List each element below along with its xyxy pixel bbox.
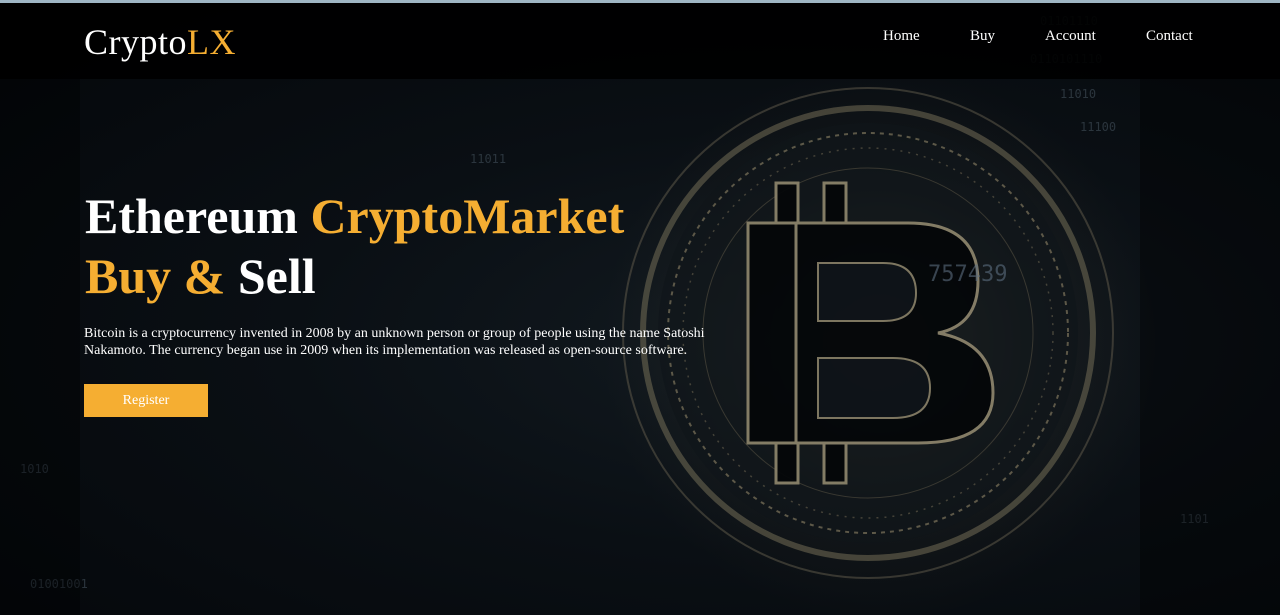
hero-description: Bitcoin is a cryptocurrency invented in … bbox=[84, 326, 705, 358]
nav-account-link[interactable]: Account bbox=[1045, 28, 1096, 45]
svg-text:757439: 757439 bbox=[928, 262, 1007, 287]
hero-title-buy: Buy & bbox=[85, 248, 238, 304]
hero-title-sell: Sell bbox=[237, 248, 316, 304]
nav-buy-link[interactable]: Buy bbox=[970, 28, 995, 45]
register-button[interactable]: Register bbox=[84, 384, 208, 417]
nav-menu: Home Buy Account Contact bbox=[0, 28, 1280, 52]
hero-title-ethereum: Ethereum bbox=[85, 188, 311, 244]
nav-home-link[interactable]: Home bbox=[883, 28, 920, 45]
svg-text:11010: 11010 bbox=[1060, 87, 1096, 101]
svg-text:11011: 11011 bbox=[470, 152, 506, 166]
svg-text:11100: 11100 bbox=[1080, 120, 1116, 134]
hero-background-image: 01101110 0110101110 11010 11100 11011 10… bbox=[0, 14, 1280, 615]
navbar: CryptoLX Home Buy Account Contact bbox=[0, 3, 1280, 79]
page: 01101110 0110101110 11010 11100 11011 10… bbox=[0, 0, 1280, 615]
hero-title-cryptomarket: CryptoMarket bbox=[310, 188, 625, 244]
hero-title: Ethereum CryptoMarket Buy & Sell bbox=[85, 186, 624, 306]
nav-contact-link[interactable]: Contact bbox=[1146, 28, 1193, 45]
